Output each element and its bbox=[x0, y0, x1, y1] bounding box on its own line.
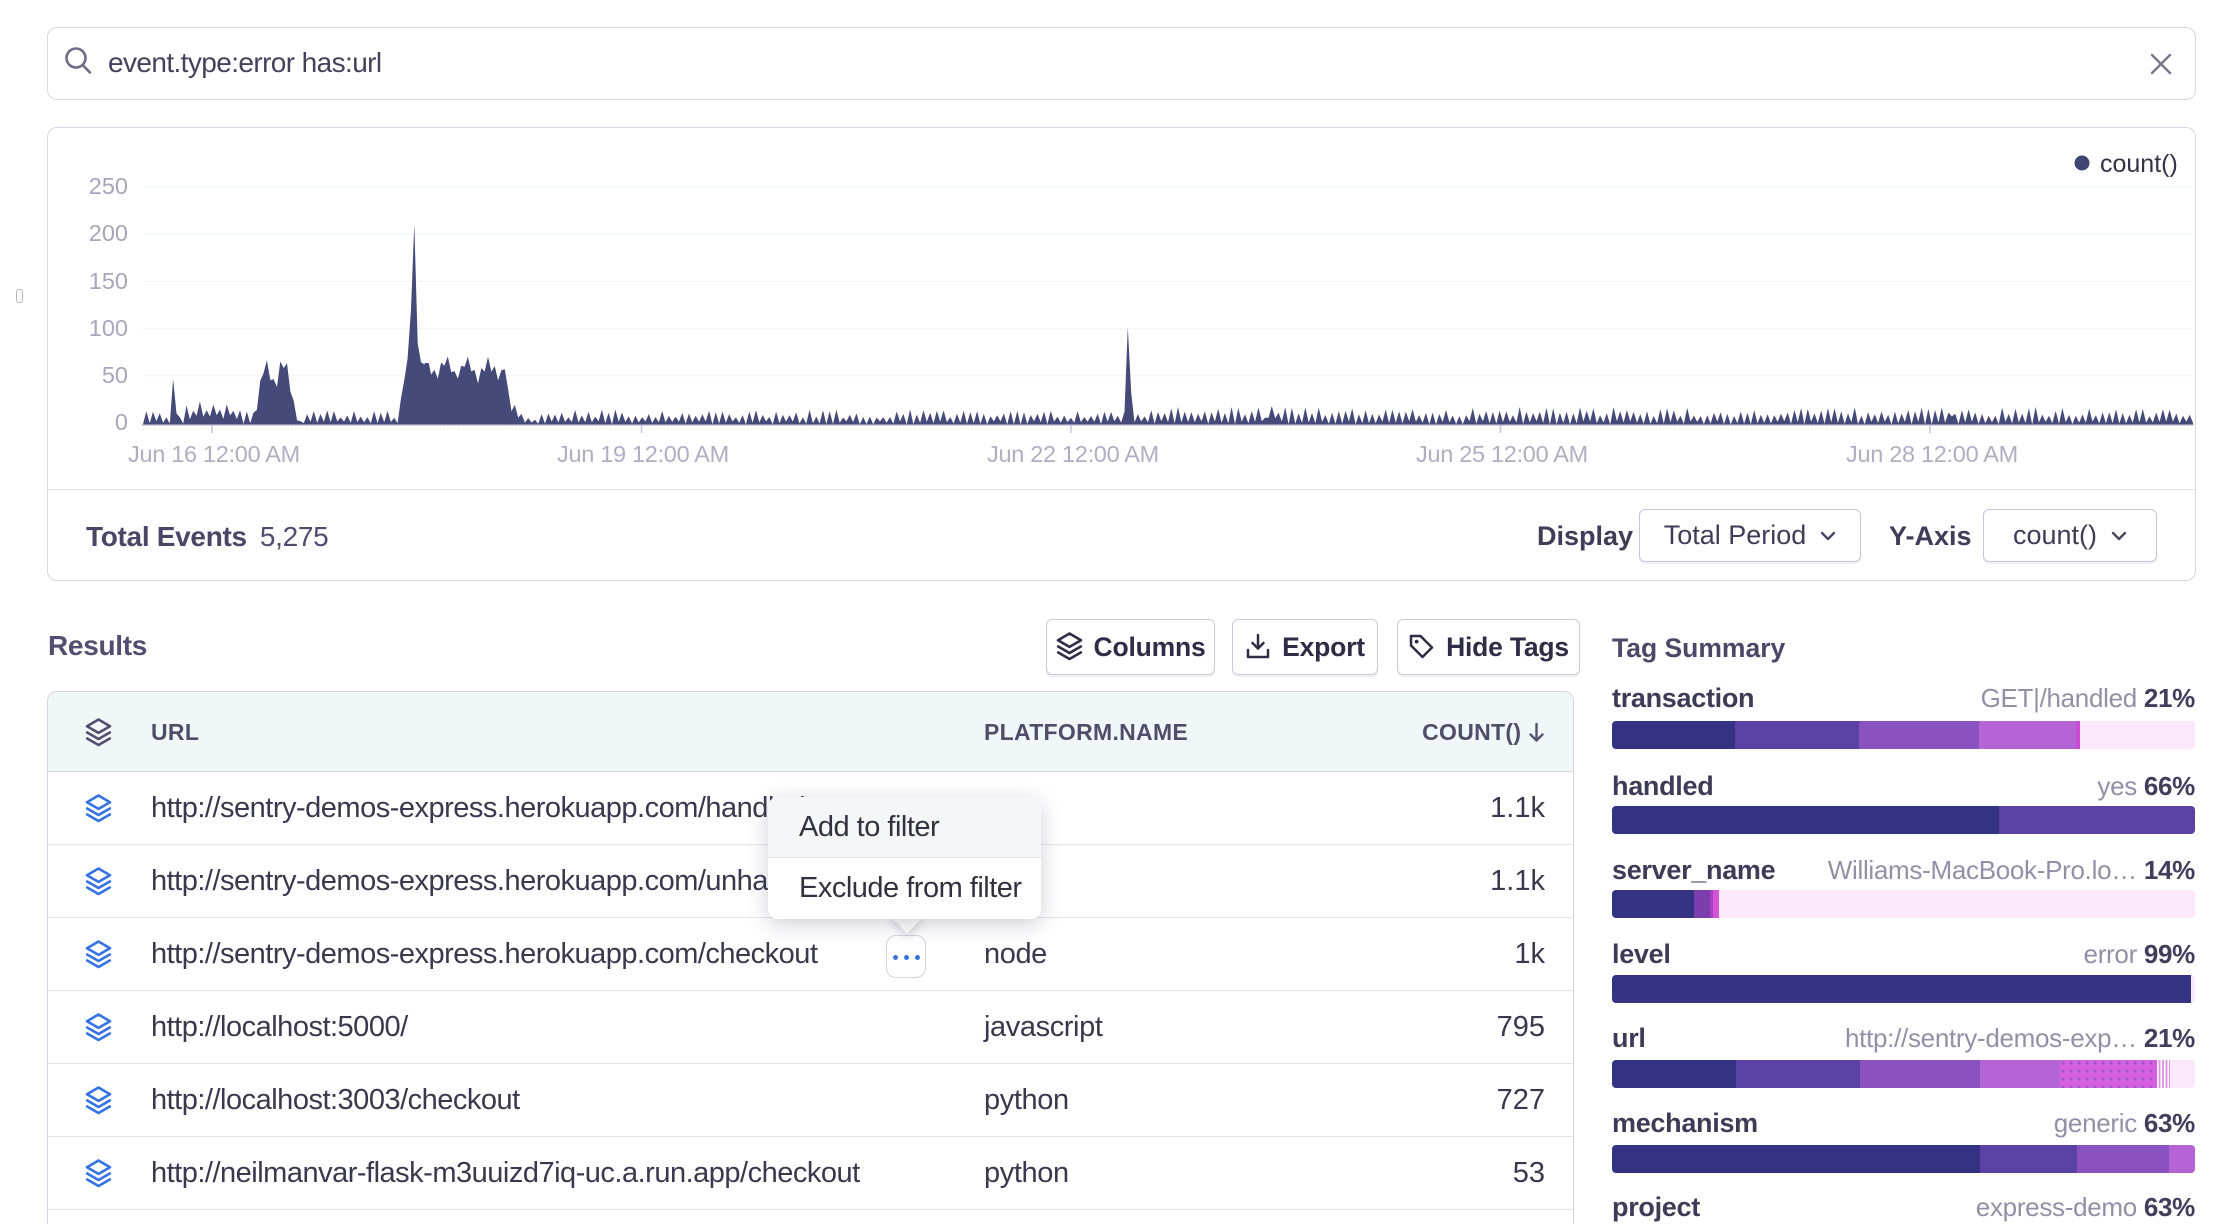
svg-text:Jun 19 12:00 AM: Jun 19 12:00 AM bbox=[557, 441, 729, 467]
svg-text:Jun 25 12:00 AM: Jun 25 12:00 AM bbox=[1416, 441, 1588, 467]
svg-text:Jun 22 12:00 AM: Jun 22 12:00 AM bbox=[987, 441, 1159, 467]
svg-text:150: 150 bbox=[89, 268, 128, 294]
svg-text:250: 250 bbox=[89, 173, 128, 199]
svg-text:100: 100 bbox=[89, 315, 128, 341]
svg-text:count(): count() bbox=[2100, 150, 2178, 178]
svg-text:Jun 28 12:00 AM: Jun 28 12:00 AM bbox=[1846, 441, 2018, 467]
svg-text:50: 50 bbox=[102, 362, 128, 388]
svg-text:Jun 16 12:00 AM: Jun 16 12:00 AM bbox=[128, 441, 300, 467]
svg-text:0: 0 bbox=[115, 409, 128, 435]
svg-text:200: 200 bbox=[89, 220, 128, 246]
